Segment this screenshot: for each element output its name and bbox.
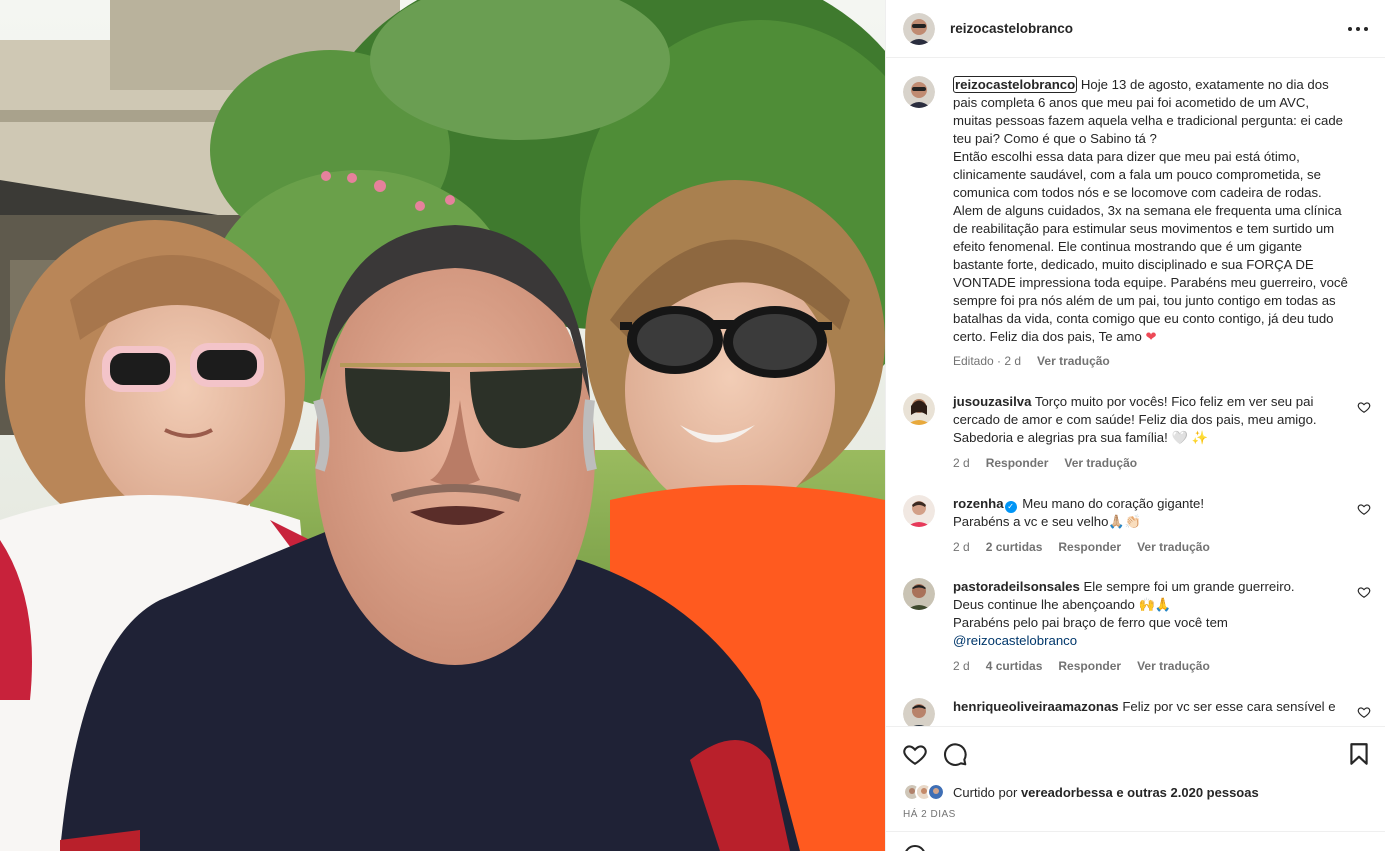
verified-badge-icon: ✓ xyxy=(1004,501,1017,513)
translate-link[interactable]: Ver tradução xyxy=(1137,538,1210,556)
translate-link[interactable]: Ver tradução xyxy=(1137,657,1210,675)
caption-text: Hoje 13 de agosto, exatamente no dia dos… xyxy=(953,77,1348,344)
comment-icon[interactable] xyxy=(942,741,968,767)
comment-time: 2 d xyxy=(953,540,970,554)
post-photo[interactable] xyxy=(0,0,885,851)
comment-likes-count[interactable]: 4 curtidas xyxy=(986,657,1043,675)
reply-button[interactable]: Responder xyxy=(1058,538,1121,556)
comment-like-heart-icon[interactable] xyxy=(1357,400,1371,414)
comments-list[interactable]: reizocastelobranco Hoje 13 de agosto, ex… xyxy=(886,59,1385,726)
commenter-avatar[interactable] xyxy=(903,578,935,610)
post-header: reizocastelobranco xyxy=(886,0,1385,58)
post-date[interactable]: HÁ 2 DIAS xyxy=(903,809,956,820)
likes-prefix: Curtido por xyxy=(953,784,1018,800)
commenter-avatar[interactable] xyxy=(903,393,935,425)
caption-translate-link[interactable]: Ver tradução xyxy=(1037,352,1110,370)
likes-summary[interactable]: Curtido por vereadorbessa e outras 2.020… xyxy=(903,783,1259,801)
comment-text: Feliz por vc ser esse cara sensível e xyxy=(1122,699,1336,714)
commenter-username[interactable]: henriqueoliveiraamazonas xyxy=(953,699,1119,714)
heart-icon[interactable] xyxy=(902,741,928,767)
comment-likes-count[interactable]: 2 curtidas xyxy=(986,538,1043,556)
caption-edited: Editado · 2 d xyxy=(953,354,1022,368)
divider xyxy=(886,831,1385,832)
post-actions: Curtido por vereadorbessa e outras 2.020… xyxy=(886,726,1385,851)
emoji-icon[interactable] xyxy=(903,844,927,851)
author-username[interactable]: reizocastelobranco xyxy=(950,21,1073,36)
likes-user[interactable]: vereadorbessa xyxy=(1021,785,1113,800)
likes-rest[interactable]: e outras 2.020 pessoas xyxy=(1116,785,1258,800)
bookmark-icon[interactable] xyxy=(1346,741,1372,767)
caption-avatar[interactable] xyxy=(903,76,935,108)
reply-button[interactable]: Responder xyxy=(1058,657,1121,675)
red-heart-emoji: ❤ xyxy=(1145,329,1157,344)
commenter-username[interactable]: rozenha xyxy=(953,496,1004,511)
more-options-icon[interactable] xyxy=(1348,20,1368,38)
comment-time: 2 d xyxy=(953,456,970,470)
author-avatar[interactable] xyxy=(903,12,935,45)
mention-link[interactable]: @reizocastelobranco xyxy=(953,633,1077,648)
translate-link[interactable]: Ver tradução xyxy=(1064,454,1137,472)
caption-username[interactable]: reizocastelobranco xyxy=(953,76,1078,93)
comment-like-heart-icon[interactable] xyxy=(1357,502,1371,516)
liker-avatar xyxy=(927,783,945,801)
comment-like-heart-icon[interactable] xyxy=(1357,585,1371,599)
comment-time: 2 d xyxy=(953,659,970,673)
post-side-panel: reizocastelobranco reizocastelobranco Ho… xyxy=(885,0,1385,851)
reply-button[interactable]: Responder xyxy=(986,454,1049,472)
comment-like-heart-icon[interactable] xyxy=(1357,705,1371,719)
commenter-username[interactable]: jusouzasilva xyxy=(953,394,1031,409)
post-image xyxy=(0,0,885,851)
commenter-avatar[interactable] xyxy=(903,698,935,726)
commenter-avatar[interactable] xyxy=(903,495,935,527)
commenter-username[interactable]: pastoradeilsonsales xyxy=(953,579,1080,594)
